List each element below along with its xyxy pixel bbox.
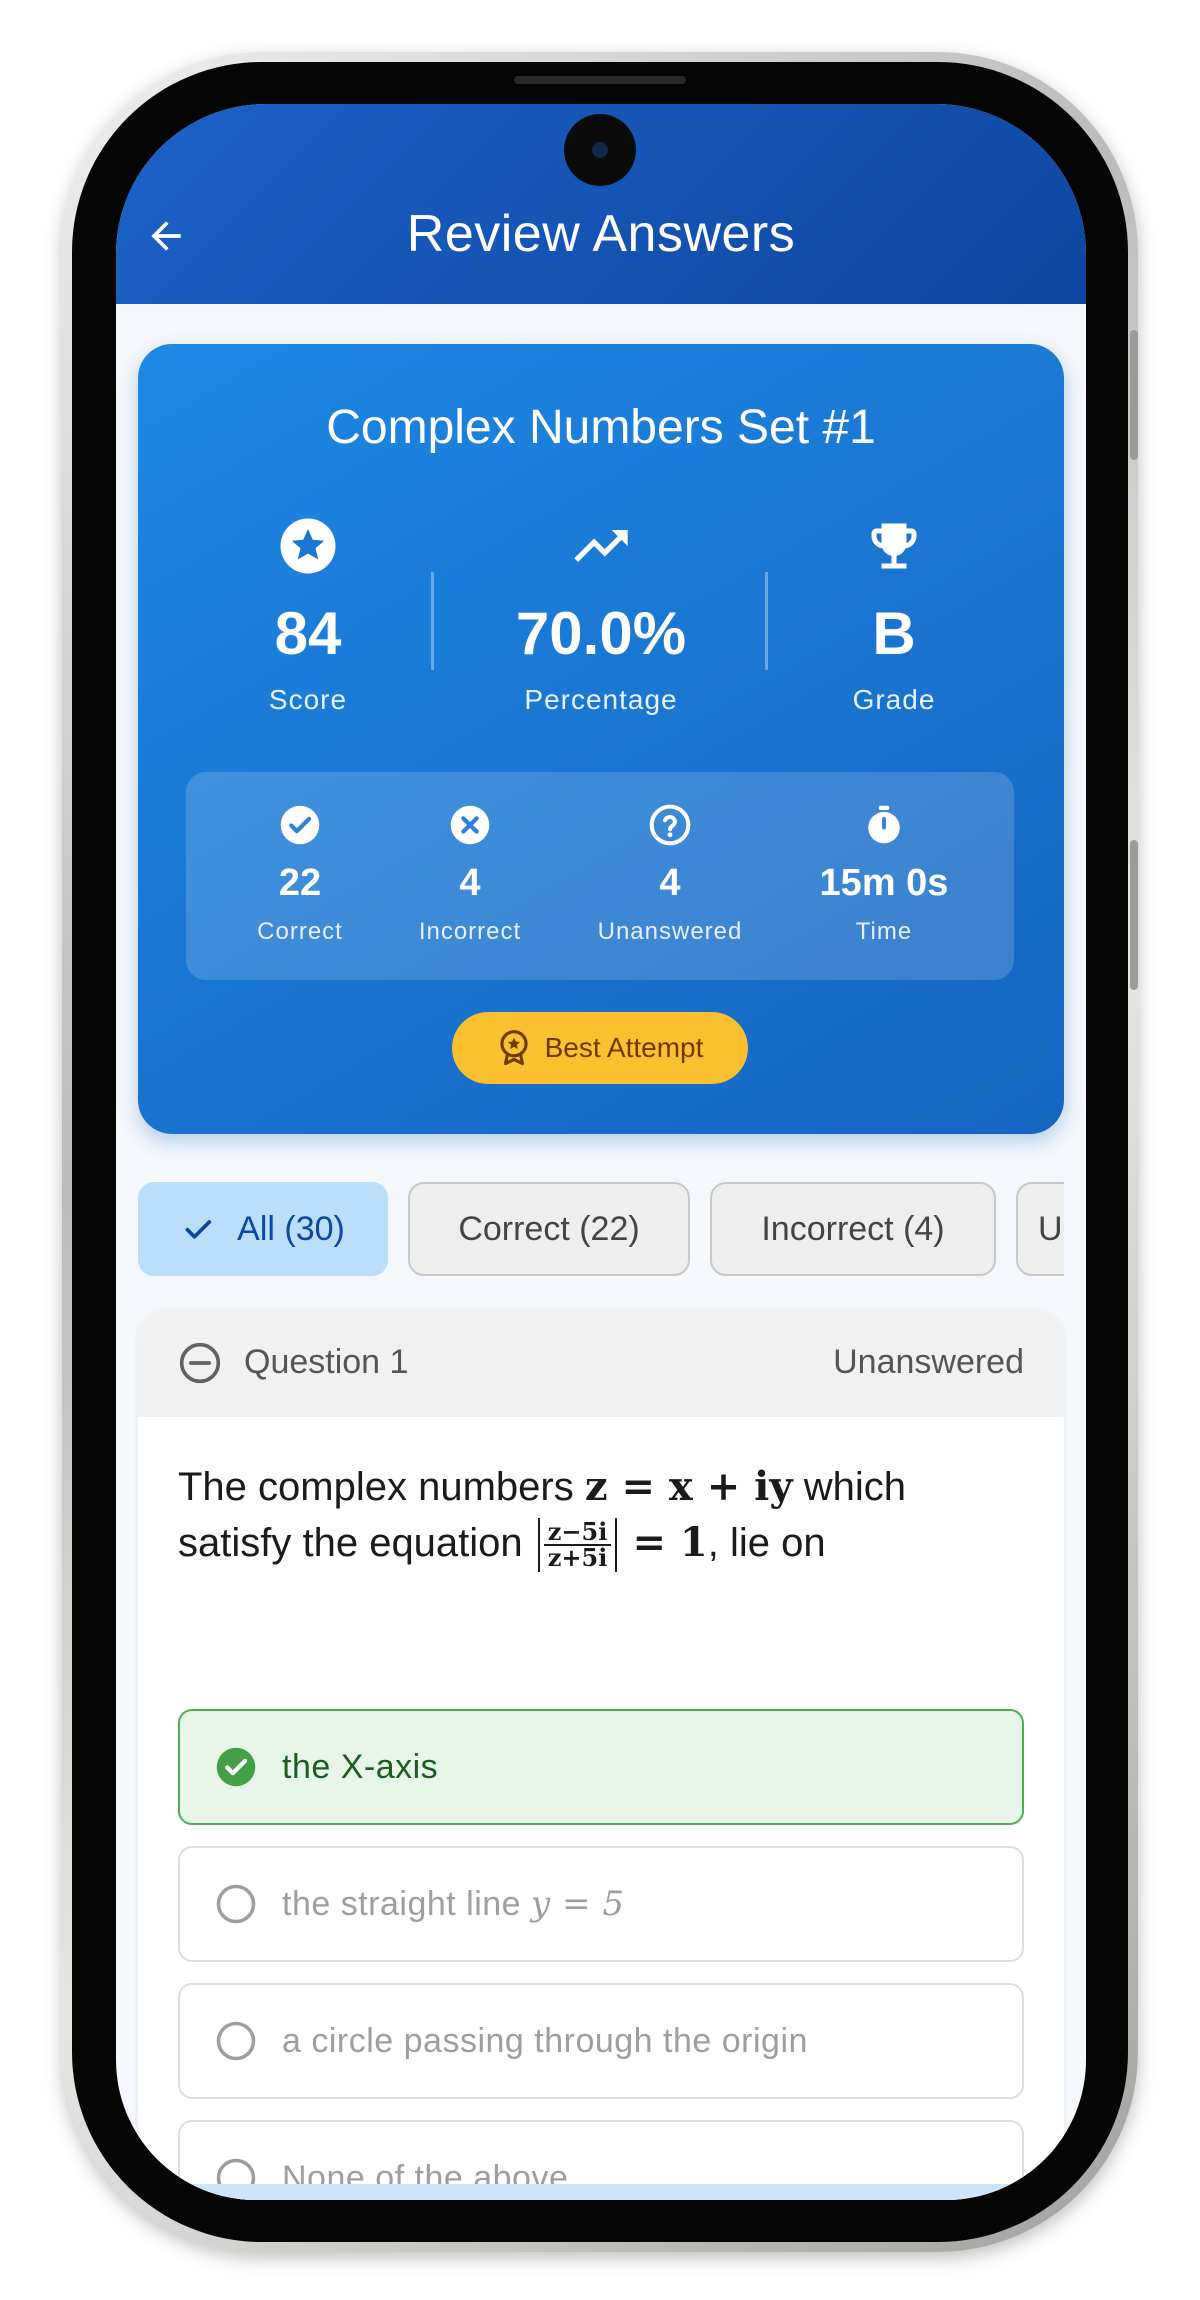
question-math-rhs: = 1 xyxy=(632,1519,708,1566)
incorrect-label: Incorrect xyxy=(418,918,522,945)
radio-unchecked-icon xyxy=(216,1884,256,1924)
star-badge-icon xyxy=(280,518,336,574)
check-icon xyxy=(185,1220,212,1239)
answer-breakdown: 22 Correct 4 Incorrect 4 Unanswered 15m … xyxy=(186,772,1014,980)
option-2-math: y = 5 xyxy=(531,1884,625,1924)
chip-correct[interactable]: Correct (22) xyxy=(408,1182,690,1276)
grade-value: B xyxy=(872,600,916,667)
screen: Review Answers Complex Numbers Set #1 84… xyxy=(116,104,1086,2200)
trophy-icon xyxy=(871,523,917,569)
breakdown-unanswered: 4 Unanswered xyxy=(570,804,770,946)
percentage-label: Percentage xyxy=(524,684,678,715)
incorrect-count: 4 xyxy=(459,862,481,904)
percentage-value: 70.0% xyxy=(515,600,687,667)
option-1[interactable]: the X-axis xyxy=(178,1709,1024,1825)
help-circle-icon xyxy=(649,804,691,846)
option-2-text: the straight line y = 5 xyxy=(282,1884,624,1924)
phone-side-button xyxy=(1130,840,1138,990)
option-3[interactable]: a circle passing through the origin xyxy=(178,1983,1024,2099)
stat-divider xyxy=(431,572,434,670)
breakdown-time: 15m 0s Time xyxy=(784,804,984,946)
question-text: The complex numbers z = x + iy which sat… xyxy=(178,1459,1024,1573)
score-summary-card: Complex Numbers Set #1 84 Score 70.0% Pe… xyxy=(138,344,1064,1134)
chip-unanswered-label: Unanswered (4) xyxy=(1038,1209,1064,1248)
score-value: 84 xyxy=(274,600,342,667)
time-label: Time xyxy=(855,918,913,945)
minus-circle-icon xyxy=(179,1342,221,1384)
question-text-part: The complex numbers xyxy=(178,1465,585,1509)
unanswered-label: Unanswered xyxy=(597,918,743,945)
question-number: Question 1 xyxy=(244,1343,409,1381)
quiz-title: Complex Numbers Set #1 xyxy=(326,401,876,454)
fraction-denominator: z+5i xyxy=(547,1543,608,1573)
score-label: Score xyxy=(268,684,348,715)
chip-incorrect-label: Incorrect (4) xyxy=(761,1209,945,1248)
breakdown-incorrect: 4 Incorrect xyxy=(370,804,570,946)
question-card: Question 1 Unanswered The complex number… xyxy=(138,1309,1064,2200)
best-attempt-badge: Best Attempt xyxy=(452,1012,748,1084)
radio-unchecked-icon xyxy=(216,2021,256,2061)
grade-label: Grade xyxy=(852,684,936,715)
abs-bar xyxy=(615,1518,618,1573)
chip-unanswered[interactable]: Unanswered (4) xyxy=(1016,1182,1064,1276)
front-camera xyxy=(564,114,636,186)
question-fraction: z−5i z+5i xyxy=(543,1520,612,1573)
check-circle-icon xyxy=(216,1747,256,1787)
stopwatch-icon xyxy=(868,805,900,844)
chip-correct-label: Correct (22) xyxy=(458,1209,640,1248)
next-card-peek xyxy=(116,2184,1086,2200)
question-header[interactable]: Question 1 Unanswered xyxy=(138,1309,1064,1417)
option-2[interactable]: the straight line y = 5 xyxy=(178,1846,1024,1962)
option-1-text: the X-axis xyxy=(282,1747,439,1786)
unanswered-count: 4 xyxy=(659,862,681,904)
cancel-circle-icon xyxy=(450,805,490,845)
question-math: z = x + iy xyxy=(584,1463,793,1510)
chip-all-label: All (30) xyxy=(237,1209,345,1248)
trending-up-icon xyxy=(574,530,628,562)
stat-score: 84 Score xyxy=(178,514,438,716)
page-title: Review Answers xyxy=(406,205,796,263)
chip-incorrect[interactable]: Incorrect (4) xyxy=(710,1182,996,1276)
best-attempt-label: Best Attempt xyxy=(544,1032,704,1063)
abs-bar xyxy=(537,1518,540,1573)
filter-chips: All (30) Correct (22) Incorrect (4) Unan… xyxy=(138,1182,1064,1276)
phone-side-button xyxy=(1130,330,1138,460)
award-ribbon-icon xyxy=(500,1030,528,1066)
question-status: Unanswered xyxy=(833,1343,1024,1381)
question-text-part: , lie on xyxy=(707,1521,826,1565)
check-circle-icon xyxy=(280,805,320,845)
speaker-grille xyxy=(514,76,686,84)
chip-all[interactable]: All (30) xyxy=(138,1182,388,1276)
option-3-text: a circle passing through the origin xyxy=(282,2021,808,2060)
time-value: 15m 0s xyxy=(819,862,949,904)
stat-grade: B Grade xyxy=(764,514,1024,716)
option-2-label: the straight line xyxy=(282,1885,532,1923)
stat-percentage: 70.0% Percentage xyxy=(471,514,731,716)
